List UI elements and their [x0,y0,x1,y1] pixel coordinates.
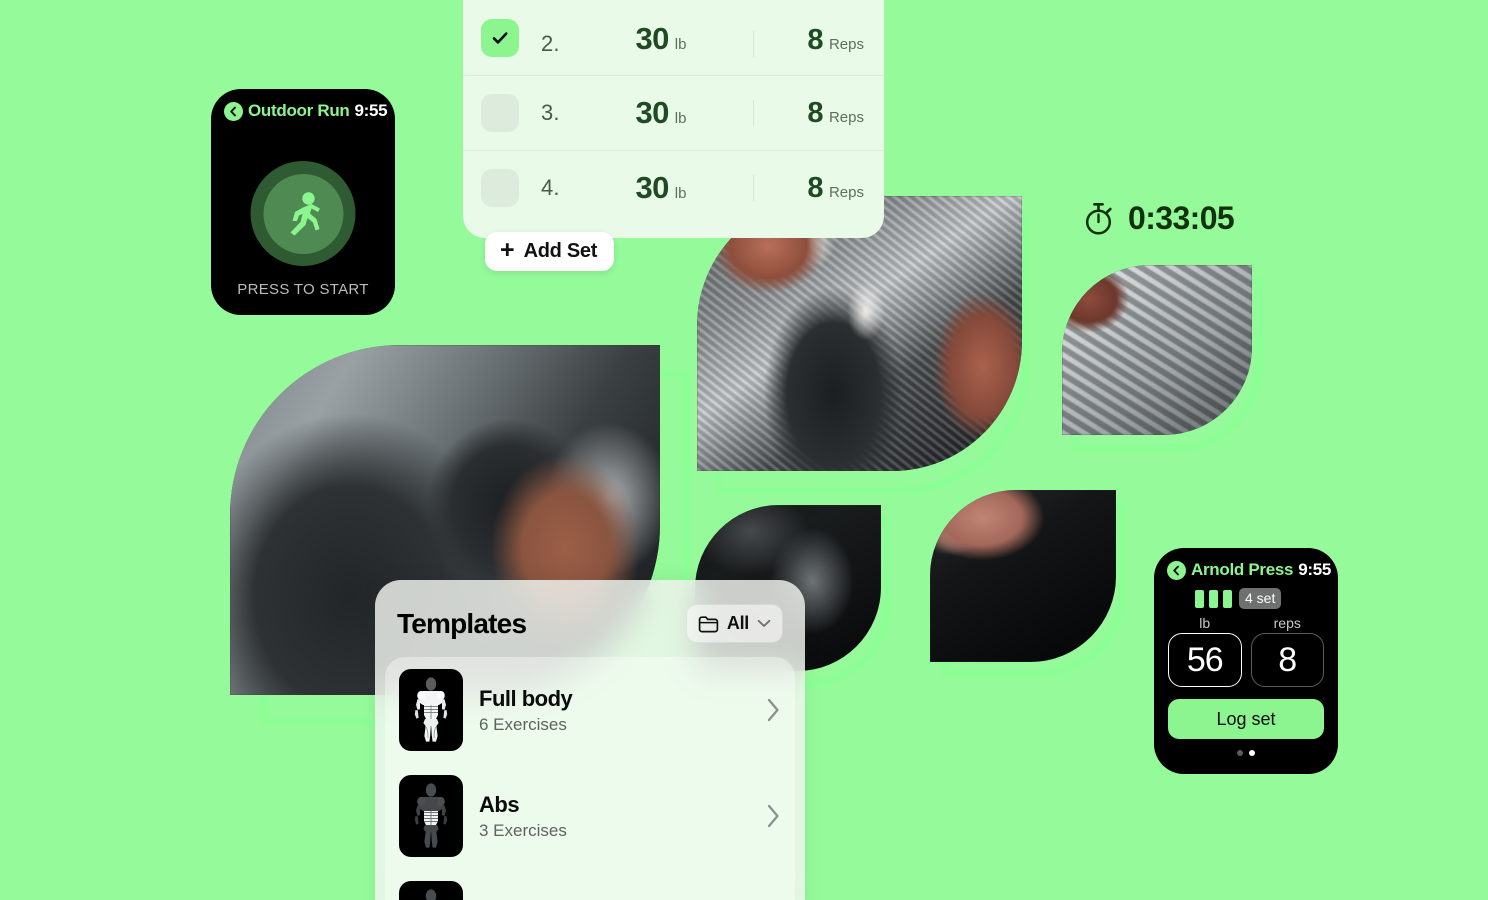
photo-tshirt-texture [1062,265,1267,455]
table-row[interactable]: 3. 30 lb 8 Reps [463,75,884,150]
set-checkbox[interactable] [481,19,519,57]
page-dot[interactable] [1237,750,1243,756]
chevron-left-icon[interactable] [1167,560,1186,580]
set-weight-value: 30 [635,21,670,56]
list-item[interactable]: Abs 3 Exercises [385,763,795,869]
template-info: Abs 3 Exercises [479,792,750,841]
stopwatch-icon [1085,202,1112,235]
chevron-left-icon[interactable] [224,101,243,121]
set-progress: 4 set [1154,580,1338,609]
weight-reps-fields: lb 56 reps 8 [1154,609,1338,687]
template-subtitle: 3 Exercises [479,820,567,840]
templates-list: Full body 6 Exercises Abs 3 Exercises [385,657,795,900]
add-set-label: Add Set [523,240,598,262]
set-weight[interactable]: 30 lb [575,95,747,131]
watch-header: Arnold Press 9:55 [1154,548,1338,580]
templates-card: Templates All Full body 6 Exercises Abs … [375,580,805,900]
reps-field[interactable]: reps 8 [1250,615,1324,687]
press-to-start-label: PRESS TO START [237,281,369,298]
weight-value[interactable]: 56 [1168,633,1242,687]
anatomy-abs-icon [399,775,463,857]
template-subtitle: 6 Exercises [479,714,567,734]
table-row[interactable]: 2. 30 lb 8 Reps [463,0,884,75]
weight-field[interactable]: lb 56 [1168,615,1242,687]
folder-filter-dropdown[interactable]: All [685,604,783,643]
set-bar [1209,589,1218,608]
add-set-button[interactable]: + Add Set [485,232,615,271]
watch-time: 9:55 [1298,560,1332,579]
set-reps[interactable]: 8 Reps [754,97,864,130]
workout-timer: 0:33:05 [1082,200,1235,237]
page-title: Templates [397,607,527,639]
watch-title: Outdoor Run [248,101,350,120]
photo-image [930,490,1116,662]
chevron-right-icon [767,698,779,722]
template-info: Full body 6 Exercises [479,686,750,735]
reps-label: reps [1273,615,1301,631]
set-reps-unit: Reps [828,183,864,201]
set-checkbox[interactable] [481,94,519,132]
set-checkbox[interactable] [481,169,519,207]
start-workout-button[interactable] [250,161,356,266]
photo-frame [930,490,1116,662]
watch-outdoor-run: Outdoor Run 9:55 PRESS TO START [211,89,395,315]
set-reps-value: 8 [807,171,823,204]
watch-arnold-press: Arnold Press 9:55 4 set lb 56 reps 8 Log… [1154,548,1338,774]
app-canvas: 2. 30 lb 8 Reps 3. 30 lb 8 Reps 4. 30 lb… [0,0,1488,900]
photo-exercise-bike [697,196,1037,496]
set-reps-value: 8 [807,96,823,129]
list-item[interactable]: Full body 6 Exercises [385,657,795,763]
set-weight-unit: lb [674,185,687,202]
running-person-icon [290,191,320,235]
photo-frame [1062,265,1252,435]
activity-ring-inner [263,173,343,254]
set-weight[interactable]: 30 lb [575,170,747,206]
template-name: Full body [479,685,573,711]
page-dot-active[interactable] [1249,750,1255,756]
page-indicator [1154,750,1338,756]
set-reps-value: 8 [807,24,823,56]
set-weight-unit: lb [674,110,687,127]
photo-hand-dark [930,490,1130,685]
reps-value[interactable]: 8 [1250,633,1324,687]
set-count-badge: 4 set [1239,588,1282,609]
set-bar [1223,589,1232,608]
chevron-down-icon [757,619,771,627]
templates-header: Templates All [375,580,805,643]
weight-label: lb [1199,615,1211,631]
watch-title: Arnold Press [1191,560,1294,579]
check-icon [492,32,508,44]
sets-card: 2. 30 lb 8 Reps 3. 30 lb 8 Reps 4. 30 lb… [463,0,884,238]
set-reps-unit: Reps [828,36,864,53]
timer-value: 0:33:05 [1128,200,1235,236]
folder-icon [698,615,719,632]
anatomy-icon [399,881,463,900]
log-set-button[interactable]: Log set [1168,699,1324,739]
set-reps-unit: Reps [828,108,864,126]
table-row[interactable]: 4. 30 lb 8 Reps [463,150,884,225]
set-weight-value: 30 [635,170,670,205]
list-item[interactable] [385,869,795,900]
plus-icon: + [500,236,515,264]
set-weight-value: 30 [635,95,670,130]
set-weight[interactable]: 30 lb [575,21,747,57]
set-reps[interactable]: 8 Reps [754,172,864,205]
chevron-right-icon [767,804,779,828]
photo-image [1062,265,1252,435]
set-bar [1195,589,1204,608]
anatomy-full-body-icon [399,669,463,751]
watch-header: Outdoor Run 9:55 [211,89,395,121]
set-weight-unit: lb [674,36,687,53]
watch-time: 9:55 [354,101,388,120]
set-reps[interactable]: 8 Reps [754,24,864,57]
template-name: Abs [479,791,520,817]
folder-filter-label: All [726,613,749,633]
